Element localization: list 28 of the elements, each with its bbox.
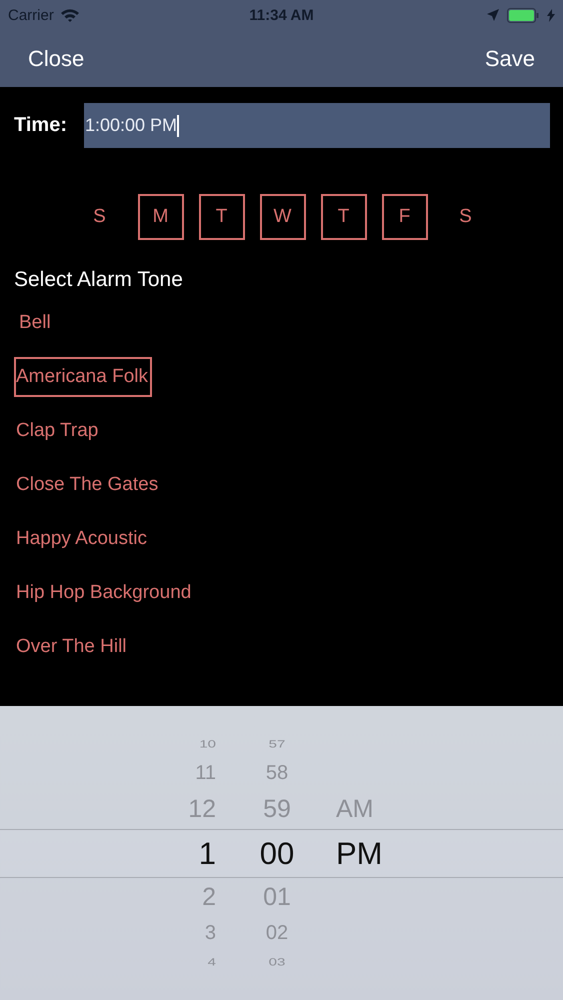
day-toggle[interactable]: W [260, 194, 306, 240]
day-toggle[interactable]: F [382, 194, 428, 240]
wifi-icon [60, 8, 80, 22]
picker-value[interactable]: PM [336, 829, 382, 877]
time-label: Time: [14, 114, 67, 137]
carrier-name: Carrier [8, 6, 54, 24]
alarm-tone-item[interactable]: Hip Hop Background [14, 573, 194, 613]
picker-value[interactable]: 1 [198, 829, 216, 877]
alarm-tone-item[interactable]: Happy Acoustic [14, 519, 149, 559]
section-heading: Select Alarm Tone [14, 268, 184, 292]
alarm-tone-item[interactable]: Clap Trap [14, 411, 100, 451]
close-button[interactable]: Close [28, 46, 84, 72]
day-toggle[interactable]: M [138, 194, 184, 240]
day-toggle[interactable]: T [198, 194, 244, 240]
picker-value[interactable]: 00 [260, 829, 294, 877]
location-arrow-icon [487, 9, 500, 21]
alarm-tone-item[interactable]: Over The Hill [14, 627, 129, 667]
alarm-tone-item[interactable]: Bell [14, 303, 53, 343]
save-button[interactable]: Save [484, 46, 535, 72]
time-input-field[interactable]: 1:00:00 PM [84, 103, 550, 148]
charging-bolt-icon [547, 8, 556, 22]
day-toggle[interactable]: S [442, 194, 488, 240]
clock-time: 11:34 AM [249, 6, 314, 24]
alarm-tone-item[interactable]: Close The Gates [14, 465, 160, 505]
battery-icon [507, 8, 540, 22]
day-toggle[interactable]: T [320, 194, 366, 240]
alarm-tone-item[interactable]: Americana Folk [14, 357, 152, 397]
day-toggle[interactable]: S [76, 194, 122, 240]
